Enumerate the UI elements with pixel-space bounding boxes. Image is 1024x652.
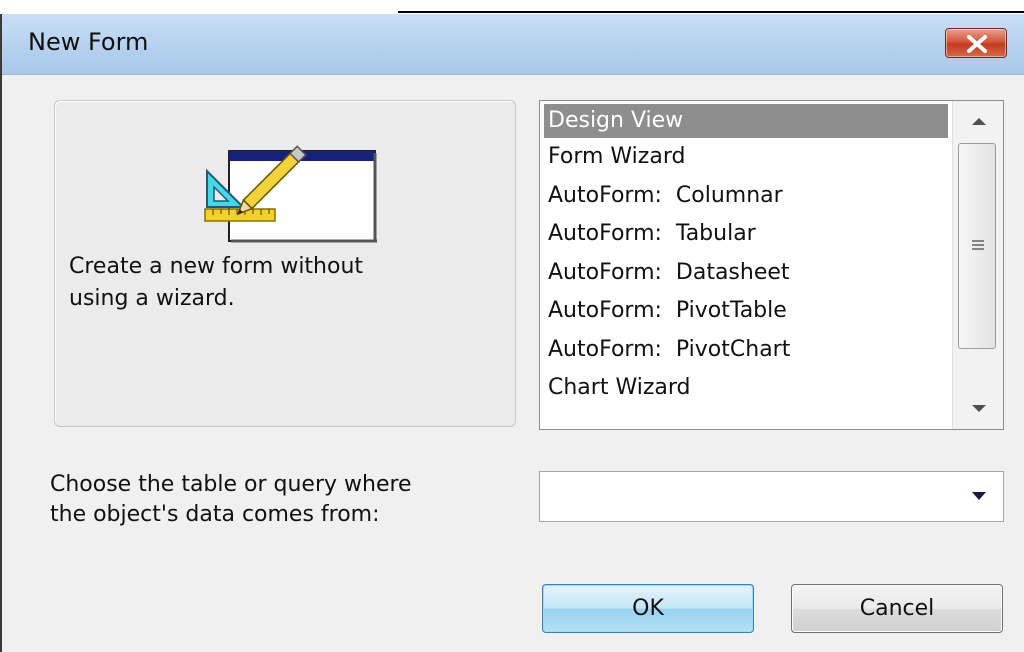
form-type-listbox[interactable]: Design View Form Wizard AutoForm: Column… xyxy=(539,100,1004,430)
scroll-down-button[interactable] xyxy=(953,389,1003,429)
dialog-body: Create a new form without using a wizard… xyxy=(2,75,1024,652)
list-item-autoform-columnar[interactable]: AutoForm: Columnar xyxy=(540,177,952,216)
cancel-button[interactable]: Cancel xyxy=(791,584,1003,633)
list-item-autoform-pivottable[interactable]: AutoForm: PivotTable xyxy=(540,292,952,331)
scroll-down-icon xyxy=(972,405,986,412)
vertical-scrollbar[interactable] xyxy=(952,101,1003,429)
table-query-combobox[interactable] xyxy=(539,471,1004,522)
close-button[interactable] xyxy=(945,28,1007,58)
list-item-autoform-datasheet[interactable]: AutoForm: Datasheet xyxy=(540,254,952,293)
close-x-icon xyxy=(967,35,987,53)
form-type-list: Design View Form Wizard AutoForm: Column… xyxy=(540,101,952,408)
list-item-autoform-pivotchart[interactable]: AutoForm: PivotChart xyxy=(540,331,952,370)
preview-description: Create a new form without using a wizard… xyxy=(69,254,364,311)
background-line xyxy=(398,11,1024,13)
form-design-icon xyxy=(199,135,379,249)
scroll-up-button[interactable] xyxy=(953,101,1003,141)
dialog-title: New Form xyxy=(28,28,149,56)
scroll-thumb[interactable] xyxy=(958,143,996,349)
preview-panel: Create a new form without using a wizard… xyxy=(54,100,516,427)
new-form-dialog: New Form Create a new form without using… xyxy=(0,14,1024,652)
source-label: Choose the table or query where the obje… xyxy=(50,472,412,527)
scroll-up-icon xyxy=(972,118,986,125)
list-item-autoform-tabular[interactable]: AutoForm: Tabular xyxy=(540,215,952,254)
combobox-dropdown-button[interactable] xyxy=(954,472,1004,521)
list-item-design-view[interactable]: Design View xyxy=(544,104,948,138)
title-bar[interactable]: New Form xyxy=(2,14,1024,75)
list-item-form-wizard[interactable]: Form Wizard xyxy=(540,138,952,177)
grip-icon xyxy=(972,240,984,250)
ok-button[interactable]: OK xyxy=(542,584,754,633)
chevron-down-icon xyxy=(972,492,986,500)
list-item-chart-wizard[interactable]: Chart Wizard xyxy=(540,369,952,408)
